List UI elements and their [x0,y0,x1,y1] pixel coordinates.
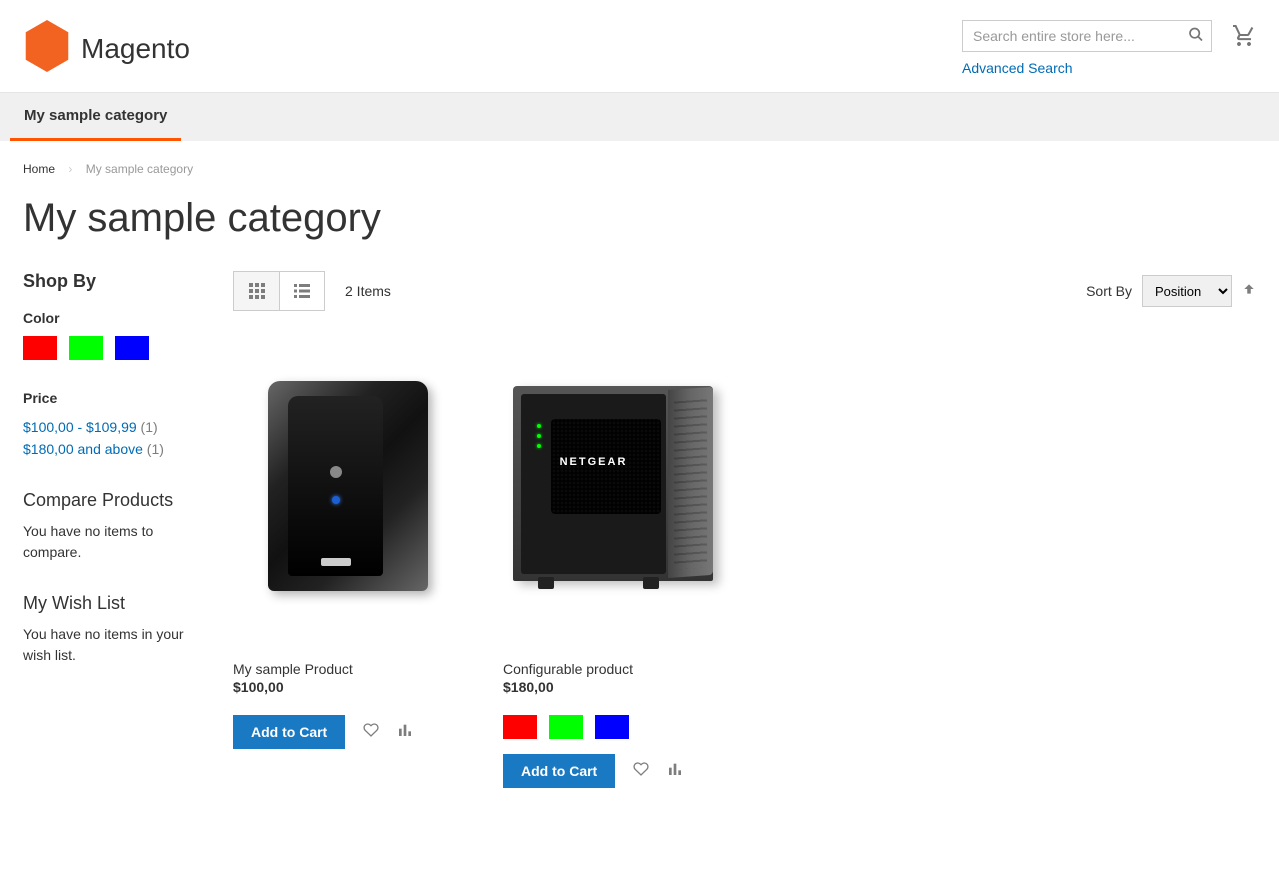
sort-direction-button[interactable] [1242,282,1256,301]
main-content: Home › My sample category My sample cate… [0,141,1279,828]
compare-empty: You have no items to compare. [23,521,208,563]
search-box [962,20,1212,52]
sidebar: Shop By Color Price $100,00 - $109,99 (1… [23,271,208,788]
product-actions: Add to Cart [503,754,743,788]
color-swatches [23,336,208,360]
wishlist-empty: You have no items in your wish list. [23,624,208,666]
heart-icon [363,722,379,738]
price-range-item: $180,00 and above (1) [23,438,208,460]
filter-price-label: Price [23,390,208,406]
cart-link[interactable] [1232,24,1256,53]
page-title: My sample category [23,196,1256,241]
compare-button[interactable] [397,722,413,743]
compare-icon [667,761,683,777]
add-to-cart-button[interactable]: Add to Cart [233,715,345,749]
advanced-search-link[interactable]: Advanced Search [962,60,1212,76]
price-filter-list: $100,00 - $109,99 (1) $180,00 and above … [23,416,208,460]
search-wrapper: Advanced Search [962,20,1212,76]
heart-icon [633,761,649,777]
sort-select[interactable]: Position [1142,275,1232,307]
product-actions: Add to Cart [233,715,473,749]
shop-by-heading: Shop By [23,271,208,292]
search-button[interactable] [1188,27,1204,46]
grid-icon [249,283,265,299]
product-listing: 2 Items Sort By Position [233,271,1256,788]
compare-icon [397,722,413,738]
product-image-link[interactable]: NETGEAR [503,341,743,641]
product-image [268,381,438,601]
wishlist-title: My Wish List [23,593,208,614]
swatch-red[interactable] [503,715,537,739]
toolbar-left: 2 Items [233,271,391,311]
arrow-up-icon [1242,282,1256,296]
price-range-item: $100,00 - $109,99 (1) [23,416,208,438]
toolbar: 2 Items Sort By Position [233,271,1256,311]
view-mode-switcher [233,271,325,311]
price-range-link[interactable]: $180,00 and above [23,441,143,457]
swatch-blue[interactable] [115,336,149,360]
header-right: Advanced Search [962,20,1256,76]
view-mode-grid[interactable] [234,272,279,310]
nav-item-category[interactable]: My sample category [10,93,181,141]
item-count: 2 Items [345,283,391,299]
search-icon [1188,27,1204,43]
search-input[interactable] [962,20,1212,52]
breadcrumb-home[interactable]: Home [23,162,55,176]
cart-icon [1232,24,1256,48]
product-swatches [503,715,743,739]
swatch-green[interactable] [549,715,583,739]
product-item: My sample Product $100,00 Add to Cart [233,341,473,788]
product-price: $100,00 [233,679,473,695]
price-range-count: (1) [147,441,164,457]
logo-link[interactable]: Magento [23,20,190,77]
sort-label: Sort By [1086,283,1132,299]
wishlist-button[interactable] [633,761,649,782]
nav-bar: My sample category [0,92,1279,141]
swatch-blue[interactable] [595,715,629,739]
columns: Shop By Color Price $100,00 - $109,99 (1… [23,271,1256,788]
product-image: NETGEAR [513,386,733,596]
price-range-link[interactable]: $100,00 - $109,99 [23,419,137,435]
product-grid: My sample Product $100,00 Add to Cart [233,341,1256,788]
breadcrumb: Home › My sample category [23,156,1256,176]
product-item: NETGEAR Configurable product $180,00 [503,341,743,788]
swatch-green[interactable] [69,336,103,360]
page-header: Magento Advanced Search [0,0,1279,92]
compare-title: Compare Products [23,490,208,511]
chevron-right-icon: › [68,162,72,176]
view-mode-list[interactable] [279,272,324,310]
add-to-cart-button[interactable]: Add to Cart [503,754,615,788]
filter-color-label: Color [23,310,208,326]
swatch-red[interactable] [23,336,57,360]
list-icon [294,283,310,299]
logo-text: Magento [81,33,190,65]
product-name-link[interactable]: My sample Product [233,661,353,677]
product-image-link[interactable] [233,341,473,641]
wishlist-button[interactable] [363,722,379,743]
magento-logo-icon [23,20,71,77]
price-range-count: (1) [141,419,158,435]
toolbar-right: Sort By Position [1086,275,1256,307]
breadcrumb-current: My sample category [86,162,193,176]
product-price: $180,00 [503,679,743,695]
compare-button[interactable] [667,761,683,782]
product-name-link[interactable]: Configurable product [503,661,633,677]
